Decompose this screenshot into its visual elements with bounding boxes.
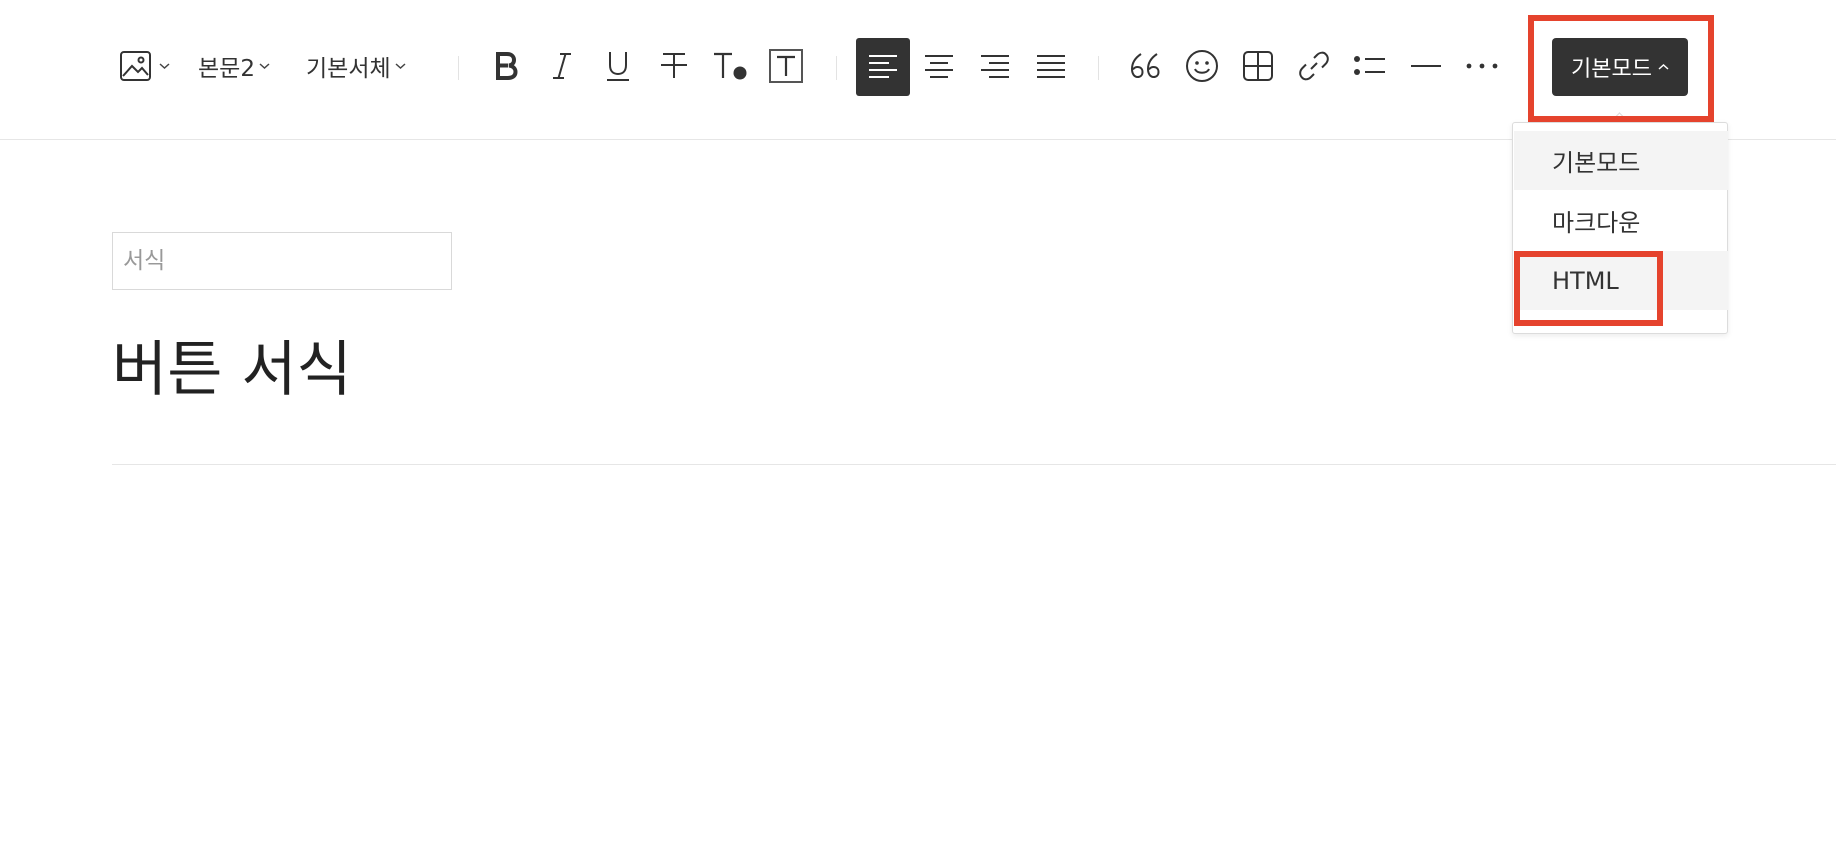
paragraph-style-label: 본문2 [198, 56, 255, 82]
horizontal-rule-icon [1411, 65, 1441, 67]
chevron-down-icon [395, 63, 406, 70]
editor-mode-label: 기본모드 [1571, 57, 1652, 82]
text-color-button[interactable] [710, 46, 750, 86]
italic-icon [553, 53, 571, 79]
table-icon [1243, 51, 1273, 81]
quote-icon [1130, 53, 1160, 79]
align-left-button[interactable] [856, 38, 910, 96]
mode-option-html[interactable]: HTML [1514, 251, 1728, 310]
more-icon [1466, 63, 1498, 69]
editor-mode-menu: 기본모드 마크다운 HTML [1512, 122, 1728, 334]
align-center-icon [925, 55, 953, 78]
underline-icon [607, 52, 629, 81]
toolbar-divider [836, 56, 837, 80]
editor-toolbar: 본문2 기본서체 기본모드 [0, 0, 1836, 140]
bold-icon [496, 52, 518, 80]
align-justify-button[interactable] [1024, 44, 1078, 90]
chevron-down-icon [259, 63, 270, 70]
insert-image-button[interactable] [116, 48, 172, 84]
align-right-icon [981, 55, 1009, 78]
link-icon [1299, 51, 1329, 81]
chevron-down-icon [159, 63, 169, 70]
title-divider [112, 464, 1836, 465]
underline-button[interactable] [598, 46, 638, 86]
table-button[interactable] [1236, 46, 1280, 86]
paragraph-style-dropdown[interactable]: 본문2 [198, 48, 270, 84]
align-left-icon [869, 55, 897, 78]
bold-button[interactable] [486, 46, 526, 86]
mode-option-label: HTML [1552, 266, 1619, 295]
category-input[interactable] [112, 232, 452, 290]
emoji-button[interactable] [1180, 46, 1224, 86]
align-justify-icon [1037, 55, 1065, 78]
mode-option-markdown[interactable]: 마크다운 [1514, 191, 1728, 250]
toolbar-divider [1098, 56, 1099, 80]
link-button[interactable] [1292, 46, 1336, 86]
text-background-button[interactable] [766, 46, 806, 86]
editor-mode-button[interactable]: 기본모드 [1552, 38, 1688, 96]
align-right-button[interactable] [968, 44, 1022, 90]
strikethrough-button[interactable] [654, 46, 694, 86]
more-options-button[interactable] [1460, 46, 1504, 86]
post-title[interactable]: 버튼 서식 [112, 330, 352, 410]
bullet-list-icon [1354, 56, 1385, 75]
mode-option-label: 마크다운 [1552, 209, 1641, 237]
chevron-up-icon [1658, 63, 1669, 70]
text-background-icon [769, 49, 803, 83]
horizontal-rule-button[interactable] [1404, 46, 1448, 86]
image-icon [119, 51, 151, 81]
text-color-icon [714, 52, 747, 80]
italic-button[interactable] [542, 46, 582, 86]
quote-button[interactable] [1124, 46, 1168, 86]
strikethrough-icon [661, 53, 687, 78]
font-family-dropdown[interactable]: 기본서체 [306, 48, 406, 84]
font-family-label: 기본서체 [306, 56, 391, 82]
toolbar-divider [458, 56, 459, 80]
emoji-icon [1186, 50, 1218, 82]
bullet-list-button[interactable] [1348, 46, 1392, 86]
mode-option-label: 기본모드 [1552, 149, 1641, 177]
mode-option-basic[interactable]: 기본모드 [1514, 131, 1728, 190]
align-center-button[interactable] [912, 44, 966, 90]
